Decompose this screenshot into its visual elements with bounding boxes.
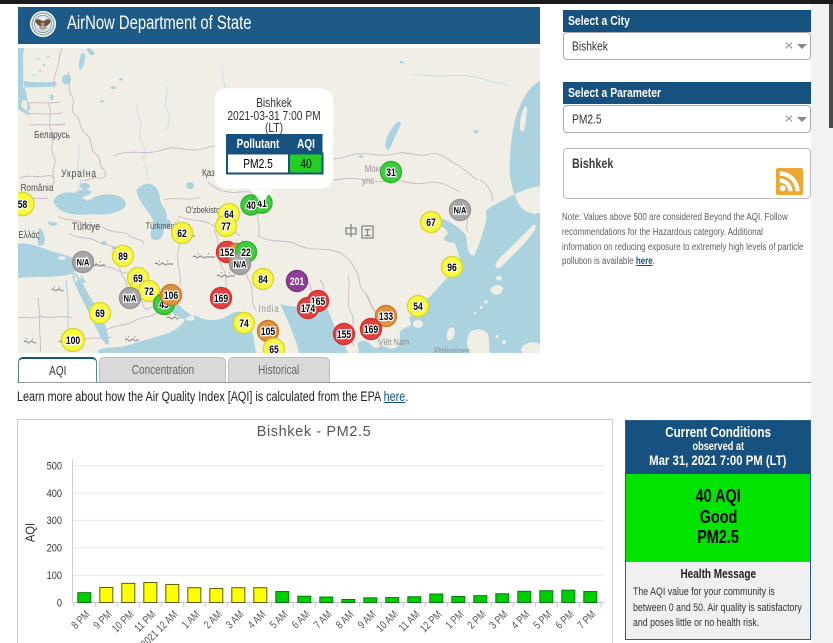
svg-text:Pollutant: Pollutant [237, 138, 280, 151]
svg-text:72: 72 [144, 286, 154, 298]
svg-text:69: 69 [133, 273, 143, 285]
svg-text:India: India [259, 303, 280, 314]
svg-text:Bishkek - PM2.5: Bishkek - PM2.5 [257, 424, 372, 440]
svg-text:Việt Nam: Việt Nam [379, 336, 409, 347]
svg-text:100: 100 [47, 570, 63, 582]
svg-text:300: 300 [47, 516, 63, 528]
svg-text:Bishkek: Bishkek [256, 97, 292, 110]
svg-text:N/A: N/A [124, 292, 137, 303]
svg-text:54: 54 [413, 301, 423, 313]
svg-text:64: 64 [224, 209, 234, 221]
svg-text:152: 152 [220, 247, 235, 259]
svg-text:174: 174 [301, 303, 316, 315]
svg-text:Ελλάς: Ελλάς [18, 229, 40, 240]
svg-text:96: 96 [447, 262, 457, 274]
svg-text:Україна: Україна [61, 168, 97, 180]
svg-text:84: 84 [258, 274, 268, 286]
svg-text:62: 62 [177, 228, 187, 240]
svg-text:AQI: AQI [23, 523, 38, 542]
svg-text:Philippines: Philippines [434, 345, 470, 353]
svg-text:105: 105 [261, 326, 276, 338]
svg-text:74: 74 [239, 318, 249, 330]
svg-text:40: 40 [246, 200, 256, 212]
svg-text:AQI: AQI [297, 138, 315, 151]
svg-text:89: 89 [118, 251, 128, 263]
svg-text:(LT): (LT) [265, 122, 283, 135]
svg-text:România: România [21, 181, 54, 193]
svg-text:155: 155 [337, 329, 352, 341]
svg-text:69: 69 [95, 308, 105, 320]
svg-text:N/A: N/A [77, 256, 90, 267]
svg-text:201: 201 [290, 276, 305, 288]
svg-text:Беларусь: Беларусь [34, 128, 70, 140]
svg-text:0: 0 [57, 598, 62, 610]
svg-text:169: 169 [214, 293, 229, 305]
svg-text:400: 400 [47, 488, 63, 500]
svg-text:65: 65 [269, 344, 279, 353]
svg-text:106: 106 [164, 290, 179, 302]
svg-text:67: 67 [426, 217, 436, 229]
svg-text:PM2.5: PM2.5 [243, 158, 273, 171]
svg-text:31: 31 [386, 167, 396, 179]
svg-text:500: 500 [47, 461, 63, 473]
svg-text:58: 58 [18, 199, 28, 211]
svg-text:N/A: N/A [454, 204, 467, 215]
svg-text:169: 169 [364, 324, 379, 336]
svg-text:133: 133 [379, 311, 394, 323]
svg-text:N/A: N/A [234, 258, 247, 269]
svg-text:100: 100 [66, 335, 81, 347]
svg-text:Türkiye: Türkiye [72, 221, 101, 233]
svg-text:77: 77 [221, 221, 231, 233]
svg-text:200: 200 [47, 543, 63, 555]
svg-text:22: 22 [241, 247, 251, 259]
svg-text:40: 40 [300, 158, 311, 171]
svg-text:улс: улс [362, 175, 375, 186]
